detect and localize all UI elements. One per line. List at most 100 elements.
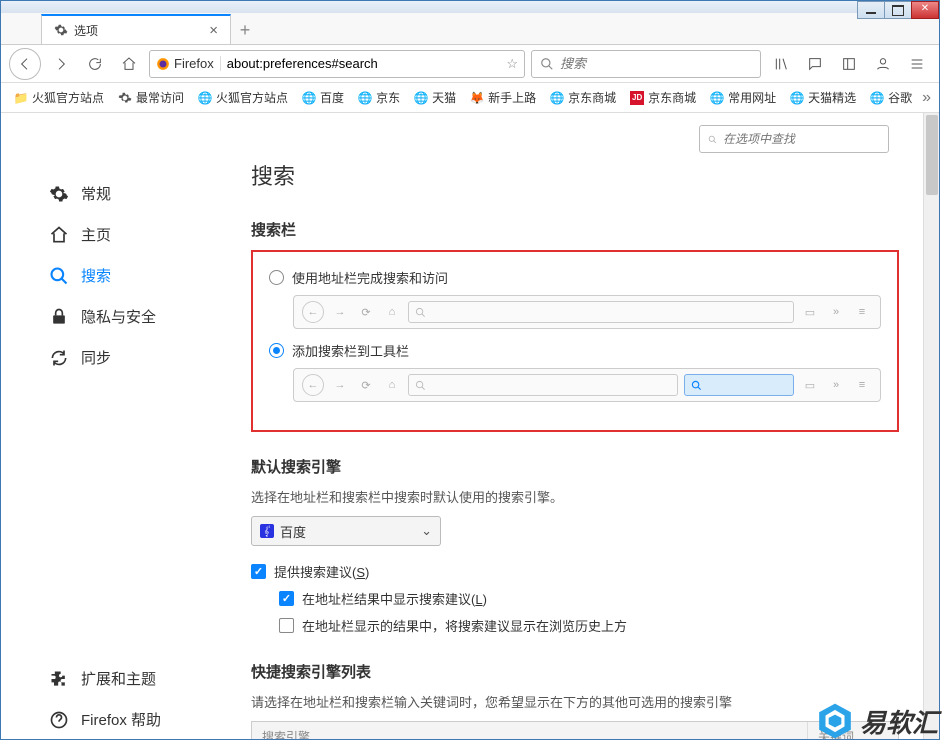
bookmark-item[interactable]: 🌐京东 [353, 86, 405, 109]
globe-icon: 🌐 [710, 91, 724, 105]
sidebar-item-home[interactable]: 主页 [41, 214, 231, 255]
chevron-down-icon: ⌄ [421, 523, 432, 539]
bookmark-item[interactable]: 🌐天猫精选 [785, 86, 861, 109]
sidebar-icon: ▭ [800, 302, 820, 322]
overflow-icon: » [826, 375, 846, 395]
back-icon: ← [302, 374, 324, 396]
gear-icon [49, 184, 69, 204]
chat-icon[interactable] [801, 50, 829, 78]
new-tab-button[interactable]: + [231, 16, 259, 44]
globe-icon: 🌐 [550, 91, 564, 105]
bookmark-item[interactable]: 🌐谷歌 [865, 86, 917, 109]
forward-button[interactable] [47, 50, 75, 78]
bookmark-item[interactable]: 🦊新手上路 [465, 86, 541, 109]
account-icon[interactable] [869, 50, 897, 78]
globe-icon: 🌐 [790, 91, 804, 105]
searchbar-options-box: 使用地址栏完成搜索和访问 ← → ⟳ ⌂ ▭ » ≡ 添加搜索栏到工具栏 [251, 250, 899, 432]
home-icon [49, 225, 69, 245]
close-icon[interactable]: × [209, 22, 218, 39]
globe-icon: 🌐 [198, 91, 212, 105]
page-title: 搜索 [251, 159, 899, 191]
bookmark-item[interactable]: 🌐百度 [297, 86, 349, 109]
section-heading-default-engine: 默认搜索引擎 [251, 456, 899, 477]
puzzle-icon [49, 669, 69, 689]
tab-label: 选项 [74, 22, 98, 39]
home-icon: ⌂ [382, 375, 402, 395]
bookmark-item[interactable]: 最常访问 [113, 86, 189, 109]
firefox-icon [156, 57, 170, 71]
browser-tab[interactable]: 选项 × [41, 14, 231, 44]
search-icon [415, 307, 426, 318]
search-box[interactable] [531, 50, 761, 78]
reload-button[interactable] [81, 50, 109, 78]
checkbox-icon [279, 591, 294, 606]
checkbox-history-suggest[interactable]: 在地址栏显示的结果中，将搜索建议显示在浏览历史上方 [279, 616, 899, 635]
globe-icon: 🌐 [870, 91, 884, 105]
search-icon [49, 266, 69, 286]
radio-icon [269, 343, 284, 358]
preview-urlbar [408, 374, 678, 396]
find-input[interactable] [723, 132, 880, 146]
bookmark-item[interactable]: 🌐京东商城 [545, 86, 621, 109]
checkbox-suggest[interactable]: 提供搜索建议(S) [251, 562, 899, 581]
sidebar-item-privacy[interactable]: 隐私与安全 [41, 296, 231, 337]
find-in-options[interactable] [699, 125, 889, 153]
globe-icon: 🌐 [358, 91, 372, 105]
preview-separate: ← → ⟳ ⌂ ▭ » ≡ [293, 368, 881, 402]
globe-icon: 🌐 [414, 91, 428, 105]
window-maximize[interactable] [884, 1, 912, 19]
sidebar-icon[interactable] [835, 50, 863, 78]
radio-combined[interactable]: 使用地址栏完成搜索和访问 [269, 268, 881, 287]
bookmark-item[interactable]: 🌐火狐官方站点 [193, 86, 293, 109]
checkbox-urlbar-suggest[interactable]: 在地址栏结果中显示搜索建议(L) [279, 589, 899, 608]
folder-icon: 📁 [14, 91, 28, 105]
section-heading-oneclick: 快捷搜索引擎列表 [251, 661, 899, 682]
checkbox-icon [279, 618, 294, 633]
back-button[interactable] [9, 48, 41, 80]
sidebar-item-help[interactable]: Firefox 帮助 [41, 699, 231, 739]
bookmark-star-icon[interactable]: ☆ [506, 56, 518, 72]
reload-icon: ⟳ [356, 302, 376, 322]
sidebar-item-sync[interactable]: 同步 [41, 337, 231, 378]
bookmark-item[interactable]: 🌐常用网址 [705, 86, 781, 109]
engine-table-header: 搜索引擎 关键词 [251, 721, 899, 739]
globe-icon: 🌐 [302, 91, 316, 105]
scroll-thumb[interactable] [926, 115, 938, 195]
sidebar-item-general[interactable]: 常规 [41, 173, 231, 214]
bookmark-item[interactable]: JD京东商城 [625, 86, 701, 109]
preview-combined: ← → ⟳ ⌂ ▭ » ≡ [293, 295, 881, 329]
url-input[interactable] [227, 56, 501, 71]
menu-button[interactable] [903, 50, 931, 78]
jd-icon: JD [630, 91, 644, 105]
search-icon [691, 380, 702, 391]
firefox-icon: 🦊 [470, 91, 484, 105]
radio-separate[interactable]: 添加搜索栏到工具栏 [269, 341, 881, 360]
bookmark-item[interactable]: 📁火狐官方站点 [9, 86, 109, 109]
sidebar-item-search[interactable]: 搜索 [41, 255, 231, 296]
window-close[interactable]: ✕ [911, 1, 939, 19]
baidu-icon: 𝄟 [260, 524, 274, 538]
bookmark-item[interactable]: 🌐天猫 [409, 86, 461, 109]
sidebar-icon: ▭ [800, 375, 820, 395]
vertical-scrollbar[interactable] [923, 113, 939, 739]
watermark-icon [816, 702, 854, 740]
checkbox-icon [251, 564, 266, 579]
bookmarks-bar: 📁火狐官方站点 最常访问 🌐火狐官方站点 🌐百度 🌐京东 🌐天猫 🦊新手上路 🌐… [1, 83, 939, 113]
url-bar[interactable]: Firefox ☆ [149, 50, 525, 78]
default-engine-dropdown[interactable]: 𝄟 百度 ⌄ [251, 516, 441, 546]
watermark: 易软汇 [816, 702, 938, 740]
search-icon [415, 380, 426, 391]
bookmarks-overflow[interactable]: » [922, 89, 931, 107]
home-icon: ⌂ [382, 302, 402, 322]
col-engine-name: 搜索引擎 [252, 722, 808, 739]
window-minimize[interactable] [857, 1, 885, 19]
library-button[interactable] [767, 50, 795, 78]
sidebar-item-extensions[interactable]: 扩展和主题 [41, 658, 231, 699]
preview-urlbar [408, 301, 794, 323]
home-button[interactable] [115, 50, 143, 78]
search-icon [540, 57, 554, 71]
menu-icon: ≡ [852, 375, 872, 395]
sync-icon [49, 348, 69, 368]
search-input[interactable] [560, 56, 752, 71]
back-icon: ← [302, 301, 324, 323]
